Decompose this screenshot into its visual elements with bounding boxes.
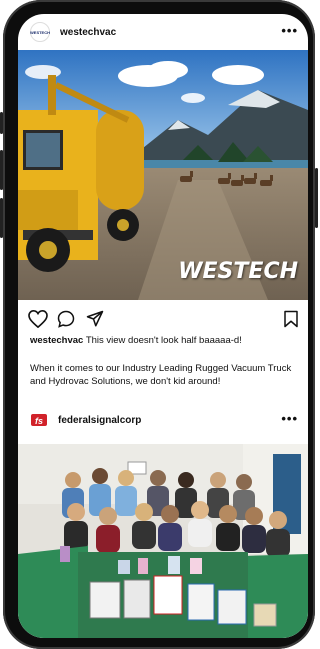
westech-logo: WESTECH <box>178 259 298 284</box>
avatar-federal-signal[interactable]: fs <box>30 411 48 429</box>
post-username[interactable]: westechvac <box>60 27 116 38</box>
fs-logo-text: fs <box>35 416 43 426</box>
volume-up-button <box>0 150 3 190</box>
caption-username[interactable]: westechvac <box>30 335 83 346</box>
avatar-text: WESTECH <box>30 29 50 35</box>
post-actions <box>18 308 308 330</box>
post-username-2[interactable]: federalsignalcorp <box>58 415 141 426</box>
more-options-icon-2[interactable]: ••• <box>281 411 298 426</box>
post-caption: westechvac This view doesn't look half b… <box>30 334 300 347</box>
heart-icon[interactable] <box>28 310 48 328</box>
fs-logo-icon: fs <box>31 414 47 426</box>
post-image[interactable]: WESTECH <box>18 50 308 300</box>
caption-text: This view doesn't look half baaaaa-d! <box>85 335 242 346</box>
avatar[interactable]: WESTECH <box>30 22 50 42</box>
mute-switch <box>0 112 3 134</box>
post-header-2: fs federalsignalcorp ••• <box>18 402 308 438</box>
phone-frame: WESTECH westechvac ••• WESTECH westechva… <box>0 0 318 649</box>
post-header: WESTECH westechvac ••• <box>18 14 308 50</box>
post-image-2[interactable] <box>18 444 308 638</box>
more-options-icon[interactable]: ••• <box>281 23 298 38</box>
instagram-feed: WESTECH westechvac ••• WESTECH westechva… <box>18 14 308 638</box>
group-photo-image <box>18 444 308 638</box>
bookmark-icon[interactable] <box>283 310 299 328</box>
power-button <box>315 168 318 228</box>
share-icon[interactable] <box>86 310 104 328</box>
volume-down-button <box>0 198 3 238</box>
post-body-text: When it comes to our Industry Leading Ru… <box>30 363 292 387</box>
comment-icon[interactable] <box>57 310 75 328</box>
